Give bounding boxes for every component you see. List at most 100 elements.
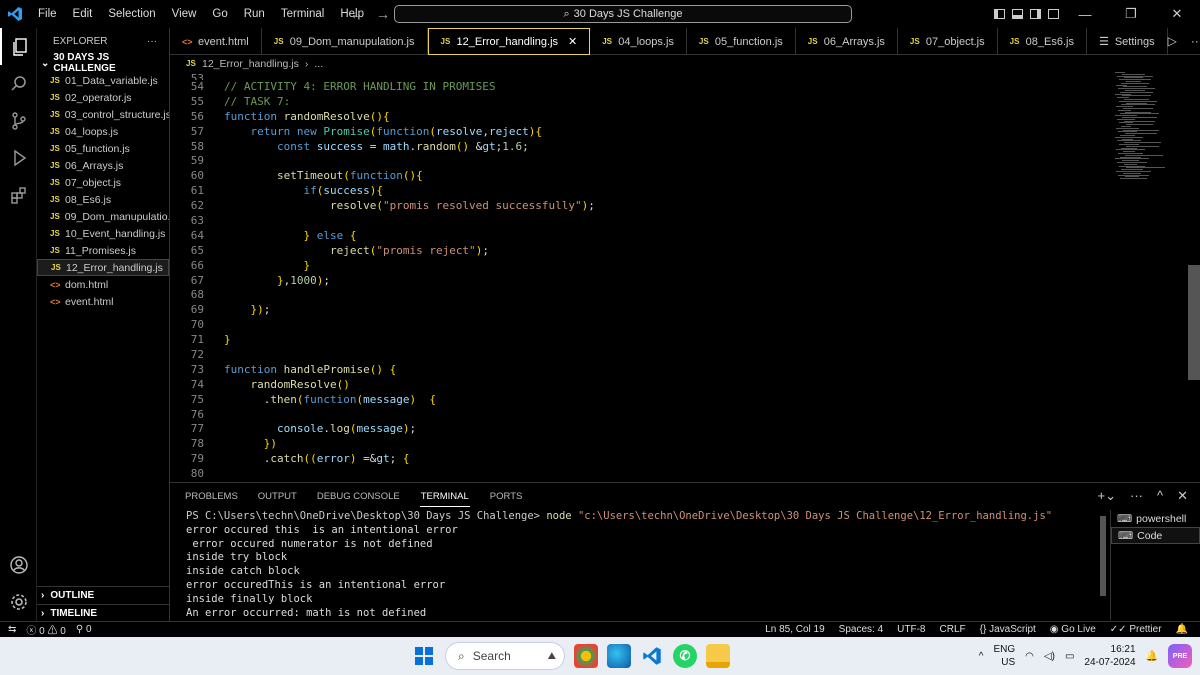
- menu-run[interactable]: Run: [236, 0, 273, 28]
- toggle-secondary-sidebar-icon[interactable]: [1026, 0, 1044, 28]
- more-actions-icon[interactable]: ···: [147, 36, 157, 47]
- prettier[interactable]: ✓✓ Prettier: [1110, 624, 1162, 635]
- sidebar-file-item[interactable]: JS 03_control_structure.js: [37, 106, 169, 123]
- edge-icon[interactable]: [607, 644, 631, 668]
- source-control-icon[interactable]: [0, 102, 37, 139]
- run-file-icon[interactable]: ▷: [1168, 34, 1177, 48]
- remote-icon[interactable]: ⇆: [8, 624, 16, 635]
- minimize-button[interactable]: —: [1062, 0, 1108, 28]
- new-terminal-icon[interactable]: +⌄: [1098, 488, 1116, 504]
- sidebar-file-item[interactable]: JS 08_Es6.js: [37, 191, 169, 208]
- whatsapp-icon[interactable]: ✆: [673, 644, 697, 668]
- extensions-icon[interactable]: [0, 176, 37, 213]
- chrome-icon[interactable]: [574, 644, 598, 668]
- customize-layout-icon[interactable]: [1044, 0, 1062, 28]
- back-arrow-icon[interactable]: ←: [350, 6, 364, 22]
- menu-view[interactable]: View: [164, 0, 205, 28]
- editor-tab[interactable]: JS 06_Arrays.js: [796, 28, 898, 55]
- editor-tab[interactable]: JS 05_function.js: [687, 28, 796, 55]
- panel-tab[interactable]: OUTPUT: [258, 491, 297, 502]
- terminal-output[interactable]: PS C:\Users\techn\OneDrive\Desktop\30 Da…: [186, 510, 1106, 620]
- more-actions-icon[interactable]: ···: [1130, 488, 1143, 504]
- copilot-icon[interactable]: PRE: [1168, 644, 1192, 668]
- settings-gear-icon[interactable]: [0, 583, 37, 620]
- menu-terminal[interactable]: Terminal: [273, 0, 332, 28]
- sidebar-file-item[interactable]: JS 06_Arrays.js: [37, 157, 169, 174]
- notifications-icon[interactable]: 🔔: [1176, 624, 1188, 635]
- editor-tab[interactable]: JS 04_loops.js: [590, 28, 687, 55]
- panel-tab[interactable]: PROBLEMS: [185, 491, 238, 502]
- sidebar-file-item[interactable]: JS 07_object.js: [37, 174, 169, 191]
- menu-go[interactable]: Go: [204, 0, 235, 28]
- volume-icon[interactable]: ◁): [1044, 651, 1055, 662]
- file-explorer-icon[interactable]: [706, 644, 730, 668]
- panel-tab[interactable]: TERMINAL: [419, 487, 470, 507]
- sidebar-file-item[interactable]: JS 01_Data_variable.js: [37, 72, 169, 89]
- more-actions-icon[interactable]: ···: [1191, 34, 1200, 48]
- workspace-folder[interactable]: ⌄ 30 DAYS JS CHALLENGE: [37, 52, 169, 74]
- encoding[interactable]: UTF-8: [897, 624, 925, 635]
- panel-tab[interactable]: PORTS: [490, 491, 523, 502]
- editor-tab[interactable]: JS 08_Es6.js: [998, 28, 1087, 55]
- sidebar-file-item[interactable]: JS 05_function.js: [37, 140, 169, 157]
- menu-selection[interactable]: Selection: [100, 0, 163, 28]
- forward-arrow-icon[interactable]: →: [376, 6, 390, 22]
- close-tab-icon[interactable]: ✕: [568, 35, 577, 48]
- vscode-taskbar-icon[interactable]: [640, 644, 664, 668]
- go-live[interactable]: ◉ Go Live: [1050, 624, 1096, 635]
- maximize-panel-icon[interactable]: ^: [1157, 488, 1163, 504]
- windows-start-icon[interactable]: [412, 644, 436, 668]
- timeline-section[interactable]: › TIMELINE: [37, 604, 170, 621]
- close-button[interactable]: ✕: [1154, 0, 1200, 28]
- panel-tab[interactable]: DEBUG CONSOLE: [317, 491, 400, 502]
- sidebar-file-item[interactable]: JS 04_loops.js: [37, 123, 169, 140]
- editor-tab[interactable]: JS 07_object.js: [898, 28, 998, 55]
- sidebar-file-item[interactable]: JS 02_operator.js: [37, 89, 169, 106]
- toggle-panel-icon[interactable]: [1008, 0, 1026, 28]
- terminal-scrollbar[interactable]: [1100, 516, 1106, 596]
- editor-tab[interactable]: JS 12_Error_handling.js ✕: [427, 28, 591, 55]
- editor-scrollbar[interactable]: [1188, 265, 1200, 380]
- sidebar-file-item[interactable]: JS 10_Event_handling.js: [37, 225, 169, 242]
- battery-icon[interactable]: ▭: [1065, 651, 1074, 662]
- indentation[interactable]: Spaces: 4: [839, 624, 883, 635]
- explorer-icon[interactable]: [0, 28, 37, 65]
- restore-button[interactable]: ❐: [1108, 0, 1154, 28]
- editor-tab[interactable]: JS 09_Dom_manupulation.js: [262, 28, 428, 55]
- show-hidden-icons-icon[interactable]: ^: [979, 651, 984, 662]
- toggle-sidebar-icon[interactable]: [990, 0, 1008, 28]
- outline-section[interactable]: › OUTLINE: [37, 586, 170, 603]
- terminal-item-code[interactable]: ⌨ Code: [1111, 527, 1200, 544]
- code-line: 77 console.log(message);: [170, 422, 1190, 437]
- sidebar-file-item[interactable]: JS 11_Promises.js: [37, 242, 169, 259]
- problems-status[interactable]: ⓧ 0 ⚠ 0: [26, 622, 65, 637]
- language-indicator[interactable]: ENG US: [994, 643, 1016, 669]
- sidebar-file-item[interactable]: <> event.html: [37, 293, 169, 310]
- wifi-icon[interactable]: ◠: [1025, 651, 1034, 662]
- clock[interactable]: 16:21 24-07-2024: [1084, 643, 1135, 669]
- editor-tab[interactable]: ☰ Settings: [1087, 28, 1168, 55]
- menu-edit[interactable]: Edit: [65, 0, 101, 28]
- sidebar-file-item[interactable]: <> dom.html: [37, 276, 169, 293]
- terminal-line: error occured this is an intentional err…: [186, 523, 458, 536]
- ports-status[interactable]: ⚲ 0: [76, 624, 92, 635]
- breadcrumb-rest[interactable]: ...: [314, 58, 323, 70]
- notification-bell-icon[interactable]: 🔔: [1146, 651, 1158, 662]
- sidebar-file-item[interactable]: JS 12_Error_handling.js: [37, 259, 169, 276]
- editor-tab[interactable]: <> event.html: [170, 28, 262, 55]
- command-center-search[interactable]: ⌕ 30 Days JS Challenge: [394, 5, 852, 23]
- code-editor[interactable]: 53 54 // ACTIVITY 4: ERROR HANDLING IN PRO…: [170, 72, 1190, 482]
- terminal-item-powershell[interactable]: ⌨ powershell: [1111, 510, 1200, 527]
- language-mode[interactable]: {} JavaScript: [980, 624, 1036, 635]
- search-sidebar-icon[interactable]: [0, 65, 37, 102]
- end-of-line[interactable]: CRLF: [940, 624, 966, 635]
- run-debug-icon[interactable]: [0, 139, 37, 176]
- minimap[interactable]: [1115, 72, 1190, 482]
- menu-file[interactable]: File: [30, 0, 65, 28]
- close-panel-icon[interactable]: ✕: [1177, 488, 1188, 504]
- sidebar-file-item[interactable]: JS 09_Dom_manupulatio...: [37, 208, 169, 225]
- breadcrumb-file[interactable]: 12_Error_handling.js: [202, 58, 299, 70]
- account-icon[interactable]: [0, 546, 37, 583]
- cursor-position[interactable]: Ln 85, Col 19: [765, 624, 825, 635]
- taskbar-search[interactable]: ⌕ Search ⛰: [445, 642, 565, 670]
